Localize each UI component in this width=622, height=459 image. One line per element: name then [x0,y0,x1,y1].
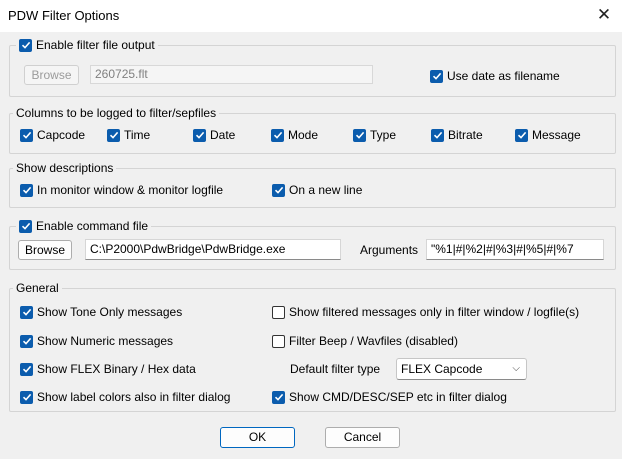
descriptions-legend: Show descriptions [13,161,117,176]
checkbox-checked-icon [353,128,366,142]
enable-filter-output-checkbox[interactable]: Enable filter file output [16,38,158,52]
column-capcode-label: Capcode [37,128,86,142]
checkbox-checked-icon [272,390,285,404]
label-colors-checkbox[interactable]: Show label colors also in filter dialog [20,390,230,404]
tone-only-label: Show Tone Only messages [37,305,183,319]
filtered-only-label: Show filtered messages only in filter wi… [289,305,580,319]
checkbox-checked-icon [19,38,32,52]
ok-button[interactable]: OK [220,427,295,448]
column-type-label: Type [370,128,397,142]
arguments-label: Arguments [360,243,419,257]
column-mode-checkbox[interactable]: Mode [271,128,318,142]
filter-beep-checkbox[interactable]: Filter Beep / Wavfiles (disabled) [272,334,458,348]
checkbox-checked-icon [20,183,33,197]
checkbox-checked-icon [430,69,443,83]
label-colors-label: Show label colors also in filter dialog [37,390,231,404]
desc-newline-label: On a new line [289,183,363,197]
default-filter-type-value: FLEX Capcode [401,362,483,376]
use-date-filename-checkbox[interactable]: Use date as filename [430,69,560,83]
column-date-label: Date [210,128,236,142]
filter-browse-button[interactable]: Browse [24,65,79,85]
command-group: Enable command file Browse C:\P2000\PdwB… [9,219,616,270]
descriptions-group: Show descriptions In monitor window & mo… [9,161,616,208]
filter-filename-field[interactable]: 260725.flt [90,65,373,84]
default-filter-type-label: Default filter type [290,362,381,376]
checkbox-checked-icon [193,128,206,142]
checkbox-checked-icon [107,128,120,142]
numeric-label: Show Numeric messages [37,334,174,348]
flex-binary-checkbox[interactable]: Show FLEX Binary / Hex data [20,362,196,376]
cancel-button[interactable]: Cancel [325,427,400,448]
filter-beep-label: Filter Beep / Wavfiles (disabled) [289,334,458,348]
column-date-checkbox[interactable]: Date [193,128,235,142]
desc-monitor-checkbox[interactable]: In monitor window & monitor logfile [20,183,223,197]
chevron-down-icon: ⌵ [512,363,520,374]
checkbox-checked-icon [20,390,33,404]
arguments-field[interactable]: "%1|#|%2|#|%3|#|%5|#|%7 [426,239,604,260]
checkbox-checked-icon [20,334,33,348]
column-message-label: Message [532,128,581,142]
checkbox-checked-icon [272,183,285,197]
column-type-checkbox[interactable]: Type [353,128,396,142]
cmd-desc-label: Show CMD/DESC/SEP etc in filter dialog [289,390,507,404]
window-title: PDW Filter Options [8,8,120,23]
checkbox-unchecked-icon [272,334,285,348]
flex-binary-label: Show FLEX Binary / Hex data [37,362,196,376]
column-capcode-checkbox[interactable]: Capcode [20,128,85,142]
checkbox-checked-icon [271,128,284,142]
close-icon[interactable]: ✕ [592,4,616,26]
filtered-only-checkbox[interactable]: Show filtered messages only in filter wi… [272,305,579,319]
checkbox-checked-icon [515,128,528,142]
default-filter-type-select[interactable]: FLEX Capcode ⌵ [396,358,527,380]
desc-newline-checkbox[interactable]: On a new line [272,183,362,197]
general-legend: General [13,281,62,296]
enable-command-label: Enable command file [36,219,149,233]
desc-monitor-label: In monitor window & monitor logfile [37,183,224,197]
title-bar: PDW Filter Options ✕ [0,0,622,32]
checkbox-unchecked-icon [272,305,285,319]
checkbox-checked-icon [20,128,33,142]
checkbox-checked-icon [20,305,33,319]
filter-output-group: Enable filter file output Browse 260725.… [9,38,616,97]
column-message-checkbox[interactable]: Message [515,128,581,142]
numeric-checkbox[interactable]: Show Numeric messages [20,334,173,348]
checkbox-checked-icon [19,219,32,233]
checkbox-checked-icon [431,128,444,142]
checkbox-checked-icon [20,362,33,376]
columns-group: Columns to be logged to filter/sepfiles … [9,106,616,154]
columns-legend: Columns to be logged to filter/sepfiles [13,106,220,121]
cmd-desc-checkbox[interactable]: Show CMD/DESC/SEP etc in filter dialog [272,390,507,404]
command-browse-button[interactable]: Browse [18,240,72,260]
column-mode-label: Mode [288,128,319,142]
tone-only-checkbox[interactable]: Show Tone Only messages [20,305,182,319]
command-path-field[interactable]: C:\P2000\PdwBridge\PdwBridge.exe [85,239,341,260]
column-bitrate-checkbox[interactable]: Bitrate [431,128,483,142]
use-date-filename-label: Use date as filename [447,69,560,83]
column-bitrate-label: Bitrate [448,128,483,142]
column-time-label: Time [124,128,151,142]
enable-command-checkbox[interactable]: Enable command file [16,219,152,233]
general-group: General Show Tone Only messages Show Num… [9,281,616,412]
column-time-checkbox[interactable]: Time [107,128,150,142]
enable-filter-output-label: Enable filter file output [36,38,155,52]
